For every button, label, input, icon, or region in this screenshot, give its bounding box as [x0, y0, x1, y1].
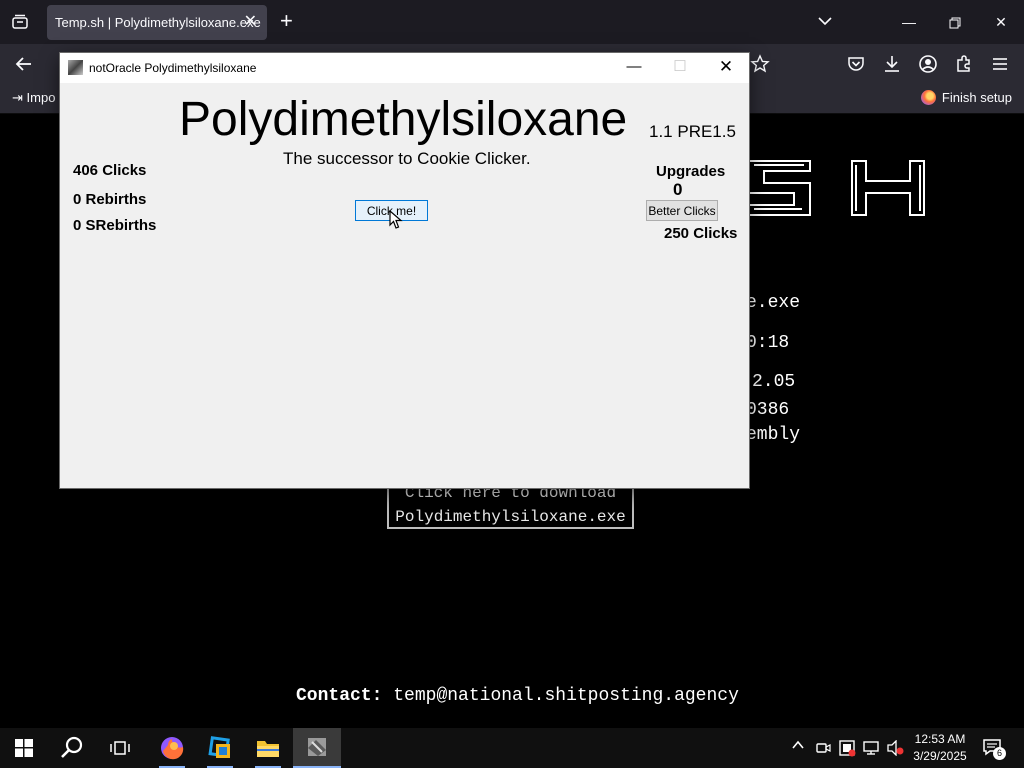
close-icon[interactable]: ✕ — [703, 53, 749, 83]
app-window: notOracle Polydimethylsiloxane — ☐ ✕ Pol… — [60, 53, 749, 488]
task-view-icon[interactable] — [96, 728, 144, 768]
app-window-title: notOracle Polydimethylsiloxane — [89, 61, 257, 75]
meet-now-icon[interactable] — [815, 740, 831, 759]
subtitle: The successor to Cookie Clicker. — [283, 149, 531, 168]
app-title: Polydimethylsiloxane — [179, 93, 628, 146]
notifications-icon[interactable]: 6 — [982, 738, 1006, 760]
app-body: Polydimethylsiloxane 1.1 PRE1.5 The succ… — [60, 83, 749, 488]
downloads-icon[interactable] — [882, 54, 902, 79]
mouse-cursor-icon — [389, 210, 403, 229]
app-icon — [68, 60, 83, 75]
import-bookmarks-label: Impo — [26, 90, 56, 105]
polydimethylsiloxane-app-icon[interactable] — [293, 728, 341, 768]
firefox-icon[interactable] — [148, 728, 196, 768]
clock-date: 3/29/2025 — [913, 749, 967, 763]
maximize-icon: ☐ — [673, 58, 687, 75]
virtualbox-icon[interactable] — [196, 728, 244, 768]
upgrades-count: 0 — [673, 180, 683, 199]
network-icon[interactable] — [862, 740, 880, 759]
account-icon[interactable] — [918, 54, 938, 79]
file-info-line: embly — [746, 425, 801, 445]
file-explorer-icon[interactable] — [244, 728, 292, 768]
minimize-icon[interactable]: — — [886, 0, 932, 44]
firefox-icon — [920, 90, 936, 105]
clock-time: 12:53 AM — [914, 732, 966, 746]
import-bookmarks-button[interactable]: ⇥ Impo — [12, 90, 55, 106]
rebirths-count: 0 Rebirths — [73, 191, 147, 208]
version-label: 1.1 PRE1.5 — [649, 122, 736, 141]
close-icon[interactable]: ✕ — [978, 0, 1024, 44]
volume-muted-icon[interactable] — [886, 739, 904, 759]
clicks-count: 406 Clicks — [73, 162, 147, 179]
contact-label: Contact: — [296, 686, 383, 706]
virtualbox-tray-icon[interactable] — [838, 739, 856, 760]
file-info-line: 2.05 — [752, 372, 796, 392]
restore-icon[interactable] — [932, 0, 978, 44]
import-icon: ⇥ — [12, 90, 23, 105]
contact-line: Contact: temp@national.shitposting.agenc… — [296, 686, 739, 706]
ascii-art-logo — [747, 160, 925, 216]
notification-count-badge: 6 — [993, 747, 1006, 760]
srebirths-count: 0 SRebirths — [73, 217, 157, 234]
download-line-2: Polydimethylsiloxane.exe — [395, 508, 626, 526]
search-icon[interactable] — [48, 728, 96, 768]
finish-setup-button[interactable]: Finish setup — [920, 90, 1012, 105]
app-title-bar[interactable]: notOracle Polydimethylsiloxane — ☐ ✕ — [60, 53, 749, 83]
system-clock[interactable]: 12:53 AM 3/29/2025 — [905, 731, 975, 765]
taskbar: 12:53 AM 3/29/2025 6 — [0, 728, 1024, 768]
chevron-down-icon[interactable] — [816, 12, 834, 35]
tab-list-icon[interactable] — [10, 12, 30, 32]
pocket-icon[interactable] — [846, 54, 866, 79]
back-icon[interactable] — [14, 54, 34, 79]
better-clicks-cost: 250 Clicks — [664, 225, 738, 242]
finish-setup-label: Finish setup — [941, 90, 1012, 105]
bookmark-star-icon[interactable] — [750, 54, 770, 79]
file-info-line: e.exe — [746, 293, 801, 313]
better-clicks-button[interactable]: Better Clicks — [646, 200, 718, 221]
new-tab-icon[interactable]: + — [280, 10, 293, 32]
minimize-icon[interactable]: — — [611, 53, 657, 83]
menu-icon[interactable] — [990, 54, 1010, 79]
start-icon[interactable] — [0, 728, 48, 768]
upgrades-heading: Upgrades — [656, 163, 726, 180]
browser-tab-bar: Temp.sh | Polydimethylsiloxane.exe ✕ + —… — [0, 0, 1024, 44]
extensions-icon[interactable] — [954, 54, 974, 79]
browser-tab[interactable]: Temp.sh | Polydimethylsiloxane.exe ✕ — [47, 5, 267, 40]
file-info-line: 0386 — [746, 400, 790, 420]
chevron-up-icon[interactable] — [791, 738, 805, 755]
tab-title: Temp.sh | Polydimethylsiloxane.exe — [55, 15, 261, 30]
close-tab-icon[interactable]: ✕ — [244, 14, 257, 30]
file-info-line: 0:18 — [746, 333, 790, 353]
contact-email[interactable]: temp@national.shitposting.agency — [393, 686, 739, 706]
